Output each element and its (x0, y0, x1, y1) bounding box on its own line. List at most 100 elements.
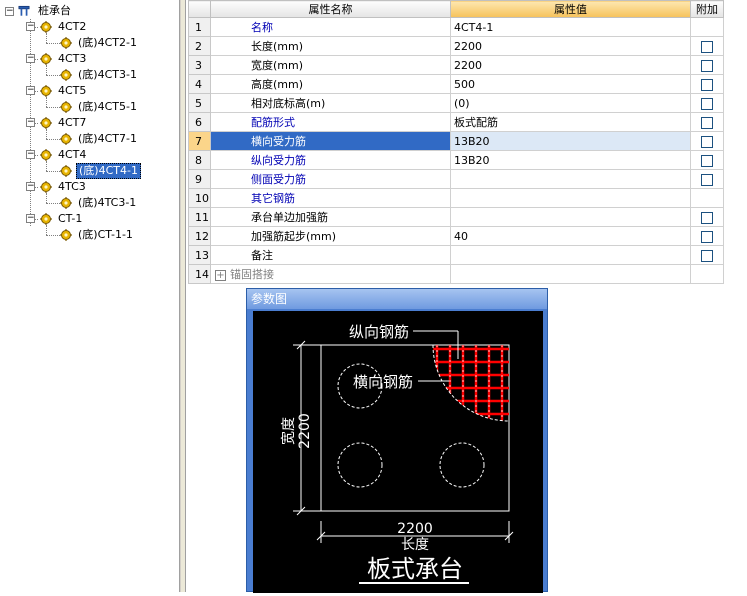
row-number: 14 (188, 264, 211, 284)
property-name-cell[interactable]: 横向受力筋 (210, 131, 451, 151)
property-name-cell[interactable]: 备注 (210, 245, 451, 265)
tree-child-label: (底)4CT7-1 (78, 132, 137, 145)
property-row[interactable]: 2 长度(mm) 2200 (188, 36, 724, 56)
extra-checkbox[interactable] (701, 59, 713, 72)
row-number: 2 (188, 36, 211, 56)
property-name-cell[interactable]: 相对底标高(m) (210, 93, 451, 113)
pile-circle (439, 442, 485, 488)
component-gear-icon (40, 213, 52, 225)
component-gear-icon (40, 181, 52, 193)
property-row[interactable]: 11 承台单边加强筋 (188, 207, 724, 227)
extra-checkbox[interactable] (701, 173, 713, 186)
property-value-cell[interactable] (450, 245, 691, 265)
extra-cell[interactable] (690, 226, 724, 246)
property-name-cell[interactable]: 宽度(mm) (210, 55, 451, 75)
diagram-caption: 板式承台 (367, 555, 463, 583)
property-value-cell[interactable]: 500 (450, 74, 691, 94)
property-name-cell[interactable]: 其它钢筋 (210, 188, 451, 208)
pile-cap-icon (18, 5, 30, 16)
property-row[interactable]: 6 配筋形式 板式配筋 (188, 112, 724, 132)
property-value-cell[interactable] (450, 169, 691, 189)
row-number: 12 (188, 226, 211, 246)
property-name-cell[interactable]: 高度(mm) (210, 74, 451, 94)
component-gear-icon (40, 117, 52, 129)
property-value-cell[interactable]: (0) (450, 93, 691, 113)
property-name-cell[interactable]: 长度(mm) (210, 36, 451, 56)
extra-cell[interactable] (690, 93, 724, 113)
extra-cell[interactable] (690, 74, 724, 94)
diagram-title[interactable]: 参数图 (247, 289, 547, 309)
property-value-cell[interactable]: 2200 (450, 36, 691, 56)
extra-cell[interactable] (690, 112, 724, 132)
component-gear-icon (60, 229, 72, 241)
collapse-toggle-group[interactable]: − (26, 86, 35, 95)
property-row[interactable]: 8 纵向受力筋 13B20 (188, 150, 724, 170)
extra-cell[interactable] (690, 55, 724, 75)
extra-header[interactable]: 附加 (690, 0, 724, 18)
property-row[interactable]: 9 侧面受力筋 (188, 169, 724, 189)
extra-checkbox[interactable] (701, 135, 713, 148)
extra-cell[interactable] (690, 169, 724, 189)
extra-checkbox[interactable] (701, 116, 713, 129)
collapse-toggle-group[interactable]: − (26, 118, 35, 127)
tree-child-label: (底)4CT3-1 (78, 68, 137, 81)
property-row[interactable]: 1 名称 4CT4-1 (188, 17, 724, 37)
extra-checkbox[interactable] (701, 78, 713, 91)
property-name: 长度(mm) (251, 40, 304, 53)
property-value-cell[interactable]: 13B20 (450, 131, 691, 151)
property-value-cell[interactable]: 4CT4-1 (450, 17, 691, 37)
property-value-cell[interactable] (450, 188, 691, 208)
collapse-toggle-group[interactable]: − (26, 22, 35, 31)
property-value-cell[interactable]: 2200 (450, 55, 691, 75)
property-name-cell[interactable]: 名称 (210, 17, 451, 37)
property-value-cell[interactable]: 13B20 (450, 150, 691, 170)
row-number: 7 (188, 131, 211, 151)
extra-cell[interactable] (690, 131, 724, 151)
property-value-cell[interactable] (450, 207, 691, 227)
property-row[interactable]: 13 备注 (188, 245, 724, 265)
property-row[interactable]: 5 相对底标高(m) (0) (188, 93, 724, 113)
property-row[interactable]: 14 + 锚固搭接 (188, 264, 724, 284)
collapse-toggle-root[interactable]: − (5, 7, 14, 16)
extra-cell[interactable] (690, 36, 724, 56)
property-row[interactable]: 3 宽度(mm) 2200 (188, 55, 724, 75)
collapse-toggle-group[interactable]: − (26, 54, 35, 63)
extra-checkbox[interactable] (701, 40, 713, 53)
pile-circle (337, 442, 383, 488)
row-number: 8 (188, 150, 211, 170)
extra-checkbox[interactable] (701, 154, 713, 167)
panel-splitter[interactable] (180, 0, 186, 592)
extra-checkbox[interactable] (701, 97, 713, 110)
component-gear-icon (60, 37, 72, 49)
collapse-toggle-group[interactable]: − (26, 182, 35, 191)
length-label: 长度 (401, 537, 429, 553)
property-name-cell[interactable]: 加强筋起步(mm) (210, 226, 451, 246)
extra-cell[interactable] (690, 207, 724, 227)
property-value-header[interactable]: 属性值 (450, 0, 691, 18)
property-name-cell[interactable]: 纵向受力筋 (210, 150, 451, 170)
property-name-cell[interactable]: + 锚固搭接 (210, 264, 451, 284)
property-name-cell[interactable]: 承台单边加强筋 (210, 207, 451, 227)
property-row[interactable]: 7 横向受力筋 13B20 (188, 131, 724, 151)
property-row[interactable]: 4 高度(mm) 500 (188, 74, 724, 94)
expand-toggle[interactable]: + (215, 269, 226, 281)
property-row[interactable]: 10 其它钢筋 (188, 188, 724, 208)
extra-cell (690, 188, 724, 208)
property-name-cell[interactable]: 侧面受力筋 (210, 169, 451, 189)
collapse-toggle-group[interactable]: − (26, 150, 35, 159)
pile-cap-diagram: 纵向钢筋 横向钢筋 宽度 2200 2200 长度 板式承台 (280, 323, 514, 584)
extra-cell[interactable] (690, 245, 724, 265)
property-value-cell[interactable]: 40 (450, 226, 691, 246)
extra-checkbox[interactable] (701, 249, 713, 262)
extra-cell[interactable] (690, 150, 724, 170)
extra-checkbox[interactable] (701, 211, 713, 224)
property-name-cell[interactable]: 配筋形式 (210, 112, 451, 132)
property-row[interactable]: 12 加强筋起步(mm) 40 (188, 226, 724, 246)
property-name: 相对底标高(m) (251, 97, 326, 110)
property-value-cell[interactable]: 板式配筋 (450, 112, 691, 132)
extra-checkbox[interactable] (701, 230, 713, 243)
property-name: 承台单边加强筋 (251, 211, 328, 224)
collapse-toggle-group[interactable]: − (26, 214, 35, 223)
property-value-cell[interactable] (450, 264, 691, 284)
property-name-header[interactable]: 属性名称 (210, 0, 451, 18)
